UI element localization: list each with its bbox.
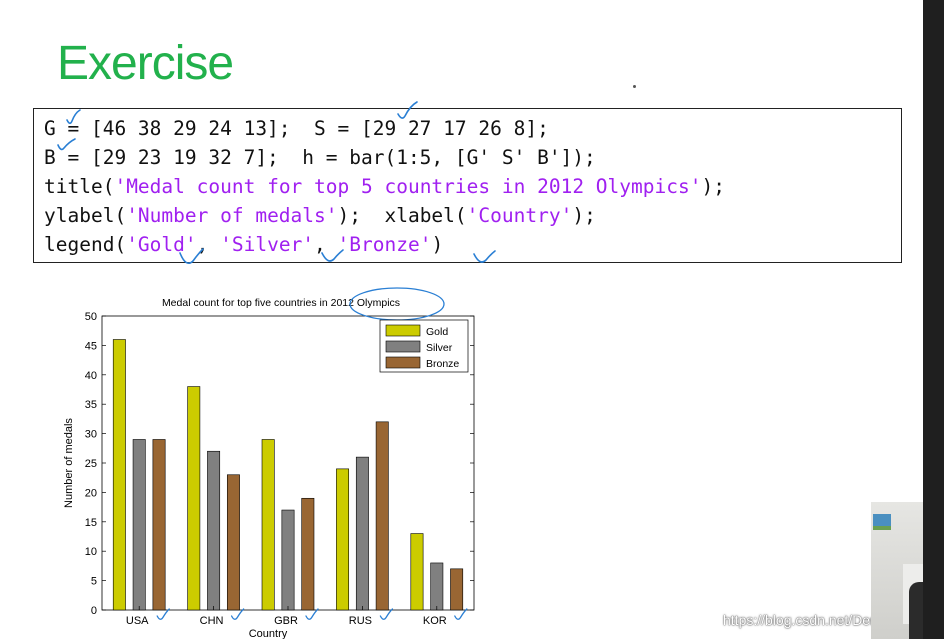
y-tick-label: 35: [85, 399, 97, 411]
wall-picture: [873, 514, 891, 530]
y-tick-label: 0: [91, 605, 97, 617]
code-line-2: B = [29 23 19 32 7]; h = bar(1:5, [G' S'…: [44, 148, 596, 168]
ink-check-mark: [156, 608, 170, 620]
code-line-4: ylabel('Number of medals'); xlabel('Coun…: [44, 206, 596, 226]
x-tick-label: GBR: [274, 615, 298, 627]
bar-bronze: [375, 421, 389, 611]
presenter-silhouette: [909, 582, 923, 639]
y-tick-label: 5: [91, 576, 97, 588]
bar-gold: [261, 439, 275, 611]
x-tick-label: KOR: [423, 615, 447, 627]
ink-check-mark: [454, 608, 468, 620]
presenter-video: [871, 502, 923, 639]
bar-gold: [187, 386, 201, 611]
legend-swatch-bronze: [385, 356, 421, 369]
y-tick-label: 45: [85, 340, 97, 352]
bar-bronze: [152, 439, 166, 611]
y-tick-label: 30: [85, 429, 97, 441]
legend-label-bronze: Bronze: [426, 358, 459, 370]
code-text: ylabel(: [44, 204, 127, 227]
code-text: ,: [196, 233, 221, 256]
ink-check-mark: [230, 608, 245, 620]
code-text: title(: [44, 175, 115, 198]
code-line-3: title('Medal count for top 5 countries i…: [44, 177, 725, 197]
code-string: 'Gold': [126, 233, 197, 256]
slide-heading: Exercise: [57, 37, 234, 90]
bar-gold: [336, 468, 350, 611]
legend-swatch-silver: [385, 340, 421, 353]
code-string: 'Silver': [220, 233, 315, 256]
ink-check-mark: [379, 608, 394, 620]
code-line-1: G = [46 38 29 24 13]; S = [29 27 17 26 8…: [44, 119, 549, 139]
code-string: 'Bronze': [337, 233, 432, 256]
y-tick-label: 15: [85, 517, 97, 529]
code-string: 'Number of medals': [126, 204, 338, 227]
bar-bronze: [226, 474, 240, 611]
y-tick-label: 20: [85, 487, 97, 499]
code-text: ,: [314, 233, 338, 256]
window-edge: [923, 0, 944, 639]
stray-mark: [633, 85, 636, 88]
y-tick-label: 40: [85, 370, 97, 382]
bar-gold: [410, 533, 424, 611]
legend-label-gold: Gold: [426, 326, 448, 338]
bar-silver: [281, 509, 295, 611]
bar-silver: [132, 439, 146, 611]
y-axis-label: Number of medals: [63, 418, 75, 508]
code-text: G = [46 38 29 24 13]; S = [29 27 17 26 8…: [44, 117, 549, 140]
x-axis-label: Country: [249, 628, 288, 639]
code-text: legend(: [44, 233, 127, 256]
chart-layer: 0 5 10 15 20 25 30 35 40 45 50 USA CHN GBR RUS KOR Medal…: [63, 287, 475, 639]
code-text: B = [29 23 19 32 7]; h = bar(1:5, [G' S'…: [44, 146, 596, 169]
ink-check-mark: [305, 608, 319, 620]
bar-silver: [430, 562, 444, 611]
bar-bronze: [450, 568, 464, 611]
bar-silver: [355, 456, 369, 611]
legend-label-silver: Silver: [426, 342, 453, 354]
code-text: ); xlabel(: [337, 204, 467, 227]
code-block: G = [46 38 29 24 13]; S = [29 27 17 26 8…: [33, 108, 902, 263]
chart-title: Medal count for top five countries in 20…: [162, 297, 400, 309]
bar-gold: [112, 339, 126, 611]
x-tick-label: CHN: [200, 615, 224, 627]
code-string: 'Country': [466, 204, 573, 227]
code-string: 'Medal count for top 5 countries in 2012…: [114, 175, 702, 198]
code-text: );: [572, 204, 596, 227]
legend-swatch-gold: [385, 324, 421, 337]
y-tick-label: 25: [85, 458, 97, 470]
slide: Exercise G = [46 38 29 24 13]; S = [29 2…: [0, 0, 923, 639]
bar-chart: 0 5 10 15 20 25 30 35 40 45 50 USA CHN GBR RUS KOR Medal…: [55, 285, 485, 639]
y-tick-label: 50: [85, 311, 97, 323]
bar-silver: [207, 450, 221, 611]
code-line-5: legend('Gold', 'Silver', 'Bronze'): [44, 235, 443, 255]
x-tick-label: RUS: [349, 615, 372, 627]
code-text: ): [431, 233, 444, 256]
y-tick-label: 10: [85, 546, 97, 558]
x-tick-label: USA: [126, 615, 149, 627]
code-text: );: [701, 175, 725, 198]
chart-canvas: 0 5 10 15 20 25 30 35 40 45 50 USA CHN GBR RUS KOR Medal…: [63, 287, 475, 639]
bar-bronze: [301, 497, 315, 611]
